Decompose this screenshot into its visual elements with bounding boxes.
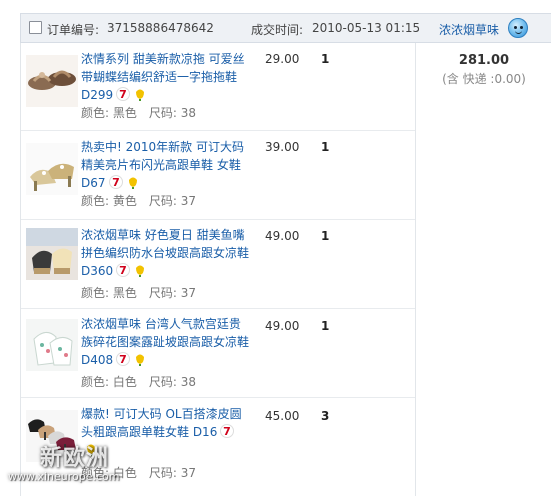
unit-price: 45.00 [265,409,300,423]
quantity: 3 [321,409,330,423]
unit-price: 39.00 [265,140,300,154]
product-size: 尺码: 38 [148,375,196,389]
order-select-checkbox[interactable] [29,21,42,34]
seven-day-return-icon: 7 [116,87,131,101]
order-no: 37158886478642 [107,21,214,35]
flower-badge-icon [133,352,147,366]
seven-day-return-icon: 7 [116,352,131,366]
quantity: 1 [321,140,330,154]
order-header: 订单编号: 37158886478642 成交时间: 2010-05-13 01… [20,13,551,43]
product-size: 尺码: 37 [148,466,196,480]
product-title-link[interactable]: 爆款! 可订大码 OL百搭漆皮圆头粗跟高跟单鞋女鞋 D16 7 [81,405,249,459]
flower-badge-icon [133,263,147,277]
quantity: 1 [321,319,330,333]
order-item: 浓情系列 甜美新款凉拖 可爱丝带蝴蝶结编织舒适一字拖拖鞋 D299 7 颜色: 黑… [21,43,415,131]
quantity: 1 [321,52,330,66]
order-item: 浓浓烟草味 台湾人气款宫廷贵族碎花图案露趾坡跟高跟女凉鞋 D408 7 颜色: 白… [21,309,415,398]
product-color: 颜色: 黑色 [81,106,137,120]
seven-day-return-icon: 7 [116,263,131,277]
flower-badge-icon [126,175,140,189]
product-title-link[interactable]: 浓浓烟草味 好色夏日 甜美鱼嘴拼色编织防水台坡跟高跟女凉鞋D360 7 [81,226,249,280]
product-attributes: 颜色: 黑色 尺码: 37 [81,284,196,301]
total-amount: 281.00 [458,53,510,68]
product-size: 尺码: 38 [148,106,196,120]
product-size: 尺码: 37 [148,194,196,208]
order-no-label: 订单编号: [47,23,100,37]
order-item: 浓浓烟草味 好色夏日 甜美鱼嘴拼色编织防水台坡跟高跟女凉鞋D360 7 颜色: 黑… [21,220,415,309]
product-attributes: 颜色: 黄色 尺码: 37 [81,192,196,209]
product-title[interactable]: 爆款! 可订大码 OL百搭漆皮圆头粗跟高跟单鞋女鞋 D16 [81,407,242,439]
shipping-fee: (含 快递 :0.00) [442,72,526,86]
product-title[interactable]: 浓情系列 甜美新款凉拖 可爱丝带蝴蝶结编织舒适一字拖拖鞋 D299 [81,52,245,102]
unit-price: 49.00 [265,319,300,333]
quantity: 1 [321,229,330,243]
product-size: 尺码: 37 [148,286,196,300]
wangwang-chat-icon[interactable] [508,18,528,38]
order-item: 爆款! 可订大码 OL百搭漆皮圆头粗跟高跟单鞋女鞋 D16 7 颜色: 白色 尺码:… [21,398,415,496]
product-color: 颜色: 白色 [81,466,137,480]
svg-text:7: 7 [112,176,120,189]
seller-link[interactable]: 浓浓烟草味 [439,21,499,38]
product-thumbnail[interactable] [26,319,78,371]
product-title-link[interactable]: 热卖中! 2010年新款 可订大码 精美亮片布闪光高跟单鞋 女鞋 D67 7 [81,138,249,192]
product-thumbnail[interactable] [26,228,78,280]
flower-badge-icon [84,442,98,456]
product-title[interactable]: 浓浓烟草味 台湾人气款宫廷贵族碎花图案露趾坡跟高跟女凉鞋 D408 [81,317,249,367]
seven-day-return-icon: 7 [220,424,235,438]
product-attributes: 颜色: 白色 尺码: 37 [81,464,196,481]
product-color: 颜色: 黑色 [81,286,137,300]
svg-text:7: 7 [119,88,127,101]
product-attributes: 颜色: 白色 尺码: 38 [81,373,196,390]
order-time-label: 成交时间: [251,23,304,37]
order-item: 热卖中! 2010年新款 可订大码 精美亮片布闪光高跟单鞋 女鞋 D67 7 颜色… [21,131,415,220]
order-total: 281.00 (含 快递 :0.00) [416,53,551,87]
svg-text:7: 7 [224,425,232,438]
product-title-link[interactable]: 浓情系列 甜美新款凉拖 可爱丝带蝴蝶结编织舒适一字拖拖鞋 D299 7 [81,50,249,104]
flower-badge-icon [133,87,147,101]
svg-text:7: 7 [119,353,127,366]
product-color: 颜色: 黄色 [81,194,137,208]
order-time: 2010-05-13 01:15 [312,21,421,35]
column-divider [415,43,416,496]
product-color: 颜色: 白色 [81,375,137,389]
product-title-link[interactable]: 浓浓烟草味 台湾人气款宫廷贵族碎花图案露趾坡跟高跟女凉鞋 D408 7 [81,315,249,369]
svg-text:7: 7 [119,264,127,277]
order-items: 浓情系列 甜美新款凉拖 可爱丝带蝴蝶结编织舒适一字拖拖鞋 D299 7 颜色: 黑… [20,43,551,496]
product-title[interactable]: 浓浓烟草味 好色夏日 甜美鱼嘴拼色编织防水台坡跟高跟女凉鞋D360 [81,228,249,278]
product-thumbnail[interactable] [26,143,78,195]
product-thumbnail[interactable] [26,410,78,462]
unit-price: 49.00 [265,229,300,243]
product-title[interactable]: 热卖中! 2010年新款 可订大码 精美亮片布闪光高跟单鞋 女鞋 D67 [81,140,244,190]
unit-price: 29.00 [265,52,300,66]
product-attributes: 颜色: 黑色 尺码: 38 [81,104,196,121]
seven-day-return-icon: 7 [108,175,123,189]
product-thumbnail[interactable] [26,55,78,107]
